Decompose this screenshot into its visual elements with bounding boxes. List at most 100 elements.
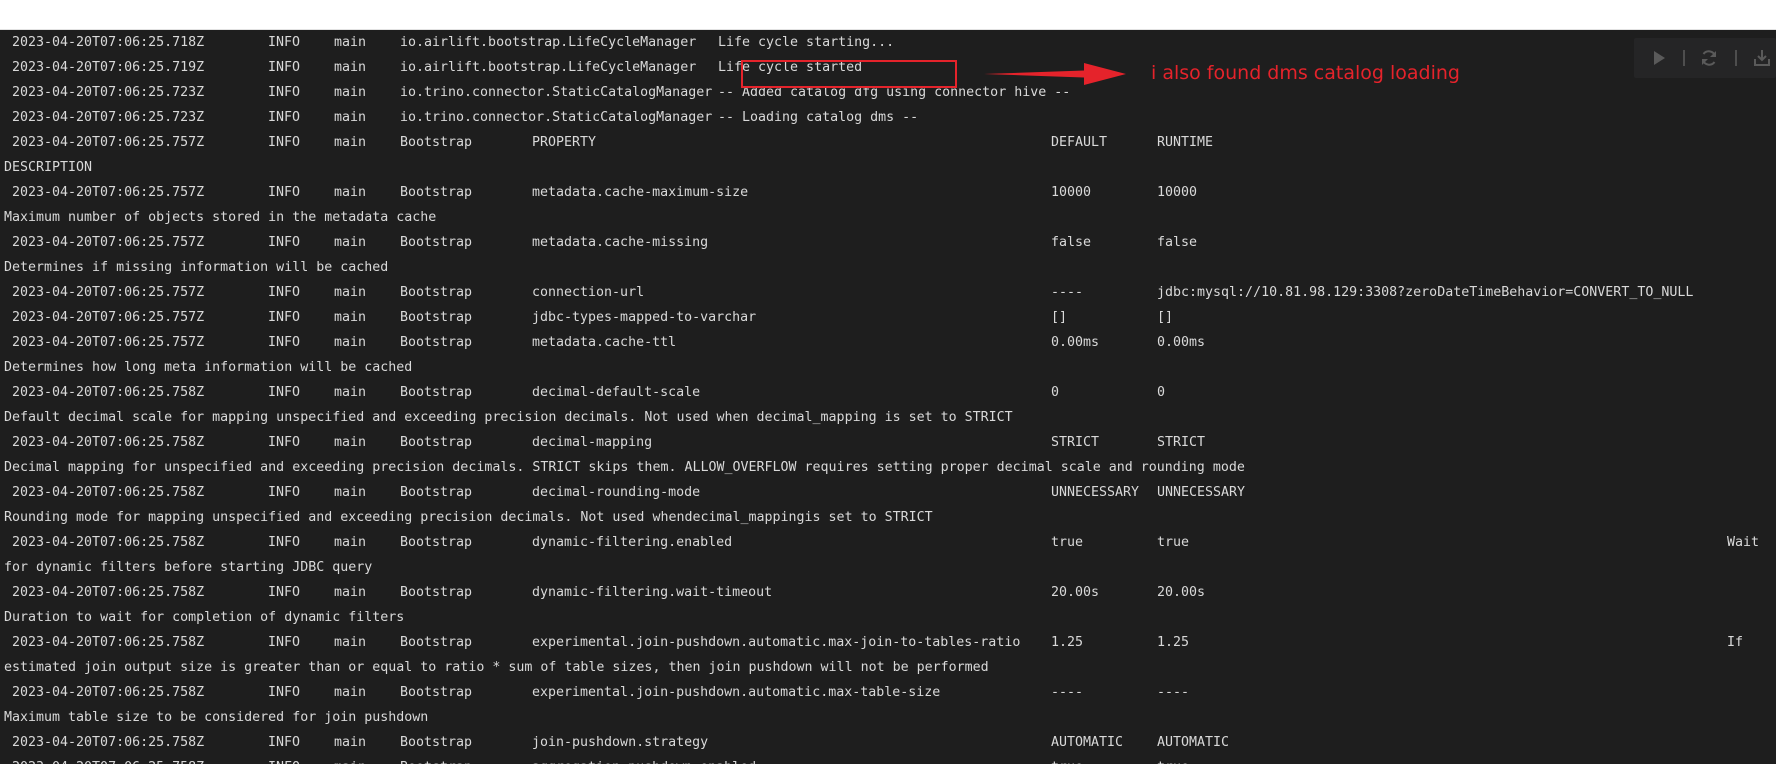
config-runtime: ---- [1157,685,1190,700]
log-thread: main [334,235,367,250]
config-runtime: AUTOMATIC [1157,735,1230,750]
log-line-continuation: Maximum number of objects stored in the … [0,205,1776,230]
log-thread: main [334,60,367,75]
log-thread: main [334,385,367,400]
log-logger: Bootstrap [400,585,473,600]
run-icon[interactable] [1648,48,1670,68]
log-text: Determines if missing information will b… [4,260,389,275]
toolbar-separator [1683,50,1685,66]
log-logger: Bootstrap [400,285,473,300]
log-line: 2023-04-20T07:06:25.723Z INFO main io.trino… [0,105,1776,130]
log-logger: Bootstrap [400,485,473,500]
log-thread: main [334,485,367,500]
config-description: Wait [1727,535,1760,550]
log-thread: main [334,310,367,325]
log-level: INFO [268,735,301,750]
log-logger: io.trino.connector.StaticCatalogManager [400,85,713,100]
log-text: Maximum table size to be considered for … [4,710,429,725]
config-runtime: RUNTIME [1157,135,1214,150]
log-level: INFO [268,755,300,764]
log-line: 2023-04-20T07:06:25.758Z INFO main Bootstra… [0,755,1776,764]
log-text: Default decimal scale for mapping unspec… [4,410,1013,425]
config-default: 0 [1051,385,1060,400]
log-line: 2023-04-20T07:06:25.757Z INFO main Bootstra… [0,130,1776,155]
log-logger: Bootstrap [400,385,473,400]
config-description: If [1727,635,1744,650]
config-default: AUTOMATIC [1051,735,1124,750]
annotation-text: i also found dms catalog loading [1151,62,1460,84]
config-runtime: true [1157,755,1189,764]
log-text: for dynamic filters before starting JDBC… [4,560,373,575]
log-line: 2023-04-20T07:06:25.757Z INFO main Bootstra… [0,280,1776,305]
log-line-continuation: estimated join output size is greater th… [0,655,1776,680]
config-default: true [1051,755,1083,764]
config-default: false [1051,235,1092,250]
config-property: metadata.cache-ttl [532,335,677,350]
log-logger: Bootstrap [400,235,473,250]
log-logger: Bootstrap [400,185,473,200]
config-runtime: [] [1157,310,1174,325]
log-timestamp: 2023-04-20T07:06:25.723Z [12,85,205,100]
log-level: INFO [268,60,301,75]
config-property: connection-url [532,285,645,300]
log-line: 2023-04-20T07:06:25.757Z INFO main Bootstra… [0,330,1776,355]
log-thread: main [334,85,367,100]
config-runtime: 20.00s [1157,585,1206,600]
log-level: INFO [268,685,301,700]
log-text: Decimal mapping for unspecified and exce… [4,460,1245,475]
log-logger: io.airlift.bootstrap.LifeCycleManager [400,60,697,75]
log-line-continuation: Default decimal scale for mapping unspec… [0,405,1776,430]
log-line-continuation: DESCRIPTION [0,155,1776,180]
log-text: Maximum number of objects stored in the … [4,210,437,225]
log-line: 2023-04-20T07:06:25.758Z INFO main Bootstra… [0,680,1776,705]
log-thread: main [334,635,367,650]
toolbar-separator [1735,50,1737,66]
log-thread: main [334,135,367,150]
log-timestamp: 2023-04-20T07:06:25.757Z [12,235,205,250]
log-line-continuation: Determines if missing information will b… [0,255,1776,280]
log-level: INFO [268,310,301,325]
config-property: dynamic-filtering.enabled [532,535,733,550]
highlight-box [741,60,957,88]
log-line: 2023-04-20T07:06:25.758Z INFO main Bootstra… [0,530,1776,555]
log-level: INFO [268,635,301,650]
log-thread: main [334,35,367,50]
log-message: Life cycle starting... [718,35,895,50]
config-runtime: 0 [1157,385,1166,400]
config-property: experimental.join-pushdown.automatic.max… [532,635,1021,650]
log-line: 2023-04-20T07:06:25.757Z INFO main Bootstra… [0,230,1776,255]
log-message: -- Loading catalog dms -- [718,110,919,125]
log-timestamp: 2023-04-20T07:06:25.758Z [12,735,205,750]
log-line: 2023-04-20T07:06:25.718Z INFO main io.airli… [0,30,1776,55]
config-default: ---- [1051,285,1084,300]
config-property: join-pushdown.strategy [532,735,709,750]
download-icon[interactable] [1751,48,1773,68]
log-thread: main [334,185,367,200]
log-timestamp: 2023-04-20T07:06:25.758Z [12,535,205,550]
annotation-arrow [984,63,1126,85]
config-default: STRICT [1051,435,1100,450]
log-text: DESCRIPTION [4,160,93,175]
log-console[interactable]: 2023-04-20T07:06:25.718Z INFO main io.airli… [0,30,1776,764]
config-runtime: UNNECESSARY [1157,485,1246,500]
log-timestamp: 2023-04-20T07:06:25.757Z [12,335,205,350]
config-property: decimal-default-scale [532,385,701,400]
log-logger: Bootstrap [400,685,473,700]
log-thread: main [334,435,367,450]
log-level: INFO [268,35,301,50]
log-level: INFO [268,585,301,600]
refresh-icon[interactable] [1698,48,1720,68]
log-line-continuation: Determines how long meta information wil… [0,355,1776,380]
config-default: ---- [1051,685,1084,700]
log-line: 2023-04-20T07:06:25.758Z INFO main Bootstra… [0,480,1776,505]
log-thread: main [334,335,367,350]
config-default: UNNECESSARY [1051,485,1140,500]
log-line: 2023-04-20T07:06:25.758Z INFO main Bootstra… [0,630,1776,655]
config-property: decimal-rounding-mode [532,485,701,500]
log-timestamp: 2023-04-20T07:06:25.758Z [12,485,205,500]
log-thread: main [334,735,367,750]
config-property: dynamic-filtering.wait-timeout [532,585,773,600]
log-timestamp: 2023-04-20T07:06:25.758Z [12,635,205,650]
log-line: 2023-04-20T07:06:25.758Z INFO main Bootstra… [0,580,1776,605]
log-line-continuation: Rounding mode for mapping unspecified an… [0,505,1776,530]
